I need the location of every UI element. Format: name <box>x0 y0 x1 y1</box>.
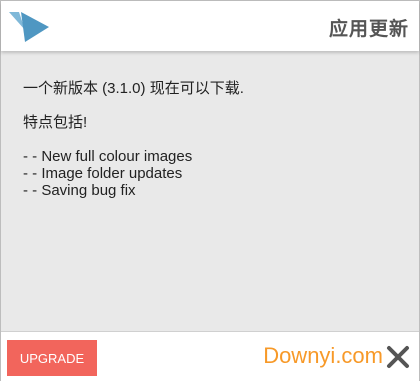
feature-item: - - Saving bug fix <box>23 182 136 199</box>
close-icon[interactable] <box>385 344 411 370</box>
update-dialog: 应用更新 一个新版本 (3.1.0) 现在可以下载. 特点包括! - - New… <box>0 0 420 381</box>
dialog-header: 应用更新 <box>1 1 419 51</box>
version-message: 一个新版本 (3.1.0) 现在可以下载. <box>23 80 244 97</box>
app-logo-icon <box>9 12 49 42</box>
feature-item: - - Image folder updates <box>23 165 183 182</box>
features-heading: 特点包括! <box>23 114 88 131</box>
watermark-text: Downyi.com <box>263 343 383 368</box>
dialog-title: 应用更新 <box>328 18 409 40</box>
dialog-body: 一个新版本 (3.1.0) 现在可以下载. 特点包括! - - New full… <box>1 51 419 331</box>
upgrade-button[interactable]: UPGRADE <box>7 340 97 376</box>
feature-item: - - New full colour images <box>23 148 193 165</box>
dialog-footer: UPGRADE Downyi.com <box>1 331 419 381</box>
